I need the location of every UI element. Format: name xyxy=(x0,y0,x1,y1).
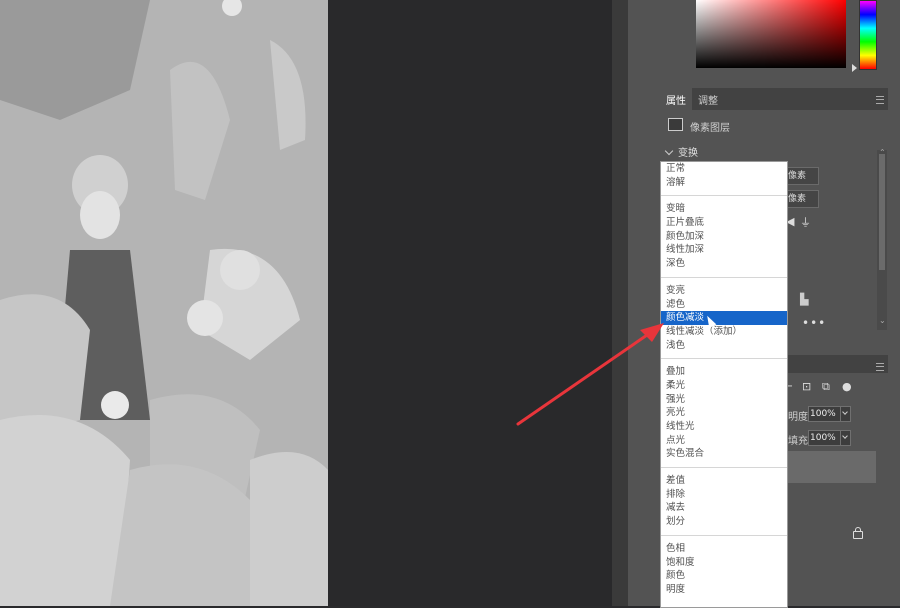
annotation-arrow-icon xyxy=(516,323,664,426)
